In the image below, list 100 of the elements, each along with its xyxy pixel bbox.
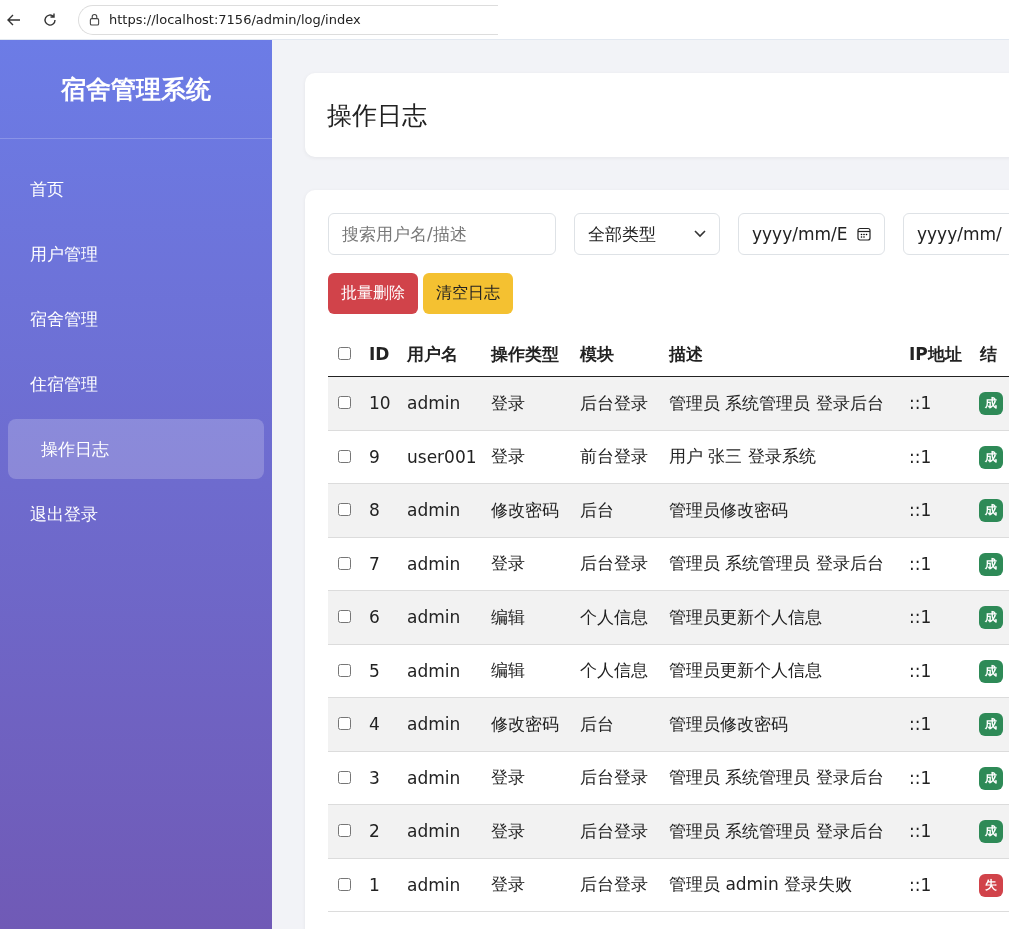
table-cell-text: 登录 [491, 552, 526, 576]
column-header: 操作类型 [491, 342, 560, 366]
status-badge: 成 [979, 552, 1003, 576]
row-checkbox[interactable] [338, 824, 351, 838]
table-cell-text: 后台登录 [580, 766, 649, 790]
table-cell-text: 管理员 系统管理员 登录后台 [669, 391, 885, 415]
row-checkbox[interactable] [338, 556, 351, 570]
table-cell-text: admin [407, 874, 462, 895]
date-field[interactable]: yyyy/mm/ [903, 213, 1009, 255]
action-button[interactable]: 批量删除 [328, 273, 418, 314]
column-header: 用户名 [407, 342, 459, 366]
table-cell-text: 编辑 [491, 659, 526, 683]
status-badge: 成 [979, 766, 1003, 790]
table-cell-text: admin [407, 500, 462, 521]
status-badge: 失 [979, 873, 1003, 897]
table-cell-text: admin [407, 660, 462, 681]
search-field[interactable]: 搜索用户名/描述 [328, 213, 556, 255]
table-cell-text: 3 [369, 767, 381, 788]
table-cell-text: 后台 [580, 712, 615, 736]
table-cell-text: 6 [369, 607, 381, 628]
sidebar-item[interactable]: 操作日志 [8, 419, 264, 479]
table-cell-text: 个人信息 [580, 605, 649, 629]
table-cell-text: 登录 [491, 445, 526, 469]
table-cell-text: 5 [369, 660, 381, 681]
column-header: ID [369, 344, 391, 364]
sidebar-item[interactable]: 退出登录 [8, 484, 264, 544]
table-cell-text: ::1 [909, 767, 933, 788]
status-badge: 成 [979, 713, 1003, 737]
table-cell-text: admin [407, 714, 462, 735]
table-cell-text: 后台登录 [580, 873, 649, 897]
table-cell-text: ::1 [909, 393, 933, 414]
table-cell-text: 2 [369, 821, 381, 842]
row-checkbox[interactable] [338, 610, 351, 624]
action-button[interactable]: 清空日志 [423, 273, 513, 314]
sidebar-item[interactable]: 首页 [8, 159, 264, 219]
table-cell-text: ::1 [909, 446, 933, 467]
sidebar-item[interactable]: 用户管理 [8, 224, 264, 284]
table-cell-text: ::1 [909, 714, 933, 735]
status-badge: 成 [979, 392, 1003, 416]
row-checkbox[interactable] [338, 503, 351, 517]
status-badge: 成 [979, 820, 1003, 844]
page-title: 操作日志 [327, 99, 427, 132]
type-select[interactable]: 全部类型 [574, 213, 720, 255]
table-cell-text: 管理员 admin 登录失败 [669, 873, 854, 897]
table-cell-text: ::1 [909, 607, 933, 628]
status-badge: 成 [979, 445, 1003, 469]
table-cell-text: admin [407, 767, 462, 788]
row-checkbox[interactable] [338, 770, 351, 784]
chevron-icon [694, 230, 706, 238]
table-cell-text: 8 [369, 500, 381, 521]
table-cell-text: ::1 [909, 821, 933, 842]
table-cell-text: 4 [369, 714, 381, 735]
column-header: IP地址 [909, 342, 963, 366]
table-cell-text: ::1 [909, 553, 933, 574]
table-cell-text: 登录 [491, 873, 526, 897]
table-cell-text: 用户 张三 登录系统 [669, 445, 817, 469]
table-cell-text: 前台登录 [580, 445, 649, 469]
table-cell-text: 管理员修改密码 [669, 712, 789, 736]
table-cell-text: 9 [369, 446, 381, 467]
column-header: 模块 [580, 342, 615, 366]
table-cell-text: 1 [369, 874, 381, 895]
status-badge: 成 [979, 499, 1003, 523]
table-cell-text: user001 [407, 446, 478, 467]
calendar-icon [857, 227, 871, 241]
table-cell-text: 管理员更新个人信息 [669, 659, 823, 683]
table-cell-text: admin [407, 553, 462, 574]
table-cell-text: 管理员修改密码 [669, 498, 789, 522]
table-cell-text: 后台 [580, 498, 615, 522]
table-cell-text: admin [407, 393, 462, 414]
table-cell-text: 个人信息 [580, 659, 649, 683]
table-cell-text: 后台登录 [580, 552, 649, 576]
table-cell-text: 修改密码 [491, 712, 560, 736]
table-cell-text: ::1 [909, 874, 933, 895]
table-cell-text: 10 [369, 393, 392, 414]
table-cell-text: ::1 [909, 660, 933, 681]
table-cell-text: 管理员 系统管理员 登录后台 [669, 766, 885, 790]
row-checkbox[interactable] [338, 877, 351, 891]
reload-icon[interactable] [42, 11, 58, 28]
sidebar-item[interactable]: 宿舍管理 [8, 289, 264, 349]
table-cell-text: 后台登录 [580, 819, 649, 843]
table-cell-text: 修改密码 [491, 498, 560, 522]
column-header: 描述 [669, 342, 704, 366]
column-header: 结 [980, 342, 998, 366]
table-cell-text: 管理员 系统管理员 登录后台 [669, 819, 885, 843]
select-all-checkbox[interactable] [338, 347, 351, 360]
row-checkbox[interactable] [338, 663, 351, 677]
table-cell-text: 登录 [491, 391, 526, 415]
date-field[interactable]: yyyy/mm/E [738, 213, 885, 255]
table-cell-text: 编辑 [491, 605, 526, 629]
sidebar-item[interactable]: 住宿管理 [8, 354, 264, 414]
row-checkbox[interactable] [338, 717, 351, 731]
row-checkbox[interactable] [338, 396, 351, 410]
table-cell-text: 登录 [491, 766, 526, 790]
table-cell-text: 管理员更新个人信息 [669, 605, 823, 629]
table-cell-text: ::1 [909, 500, 933, 521]
row-checkbox[interactable] [338, 449, 351, 463]
table-cell-text: 后台登录 [580, 391, 649, 415]
lock-icon [89, 13, 100, 26]
table-cell-text: 7 [369, 553, 381, 574]
status-badge: 成 [979, 659, 1003, 683]
